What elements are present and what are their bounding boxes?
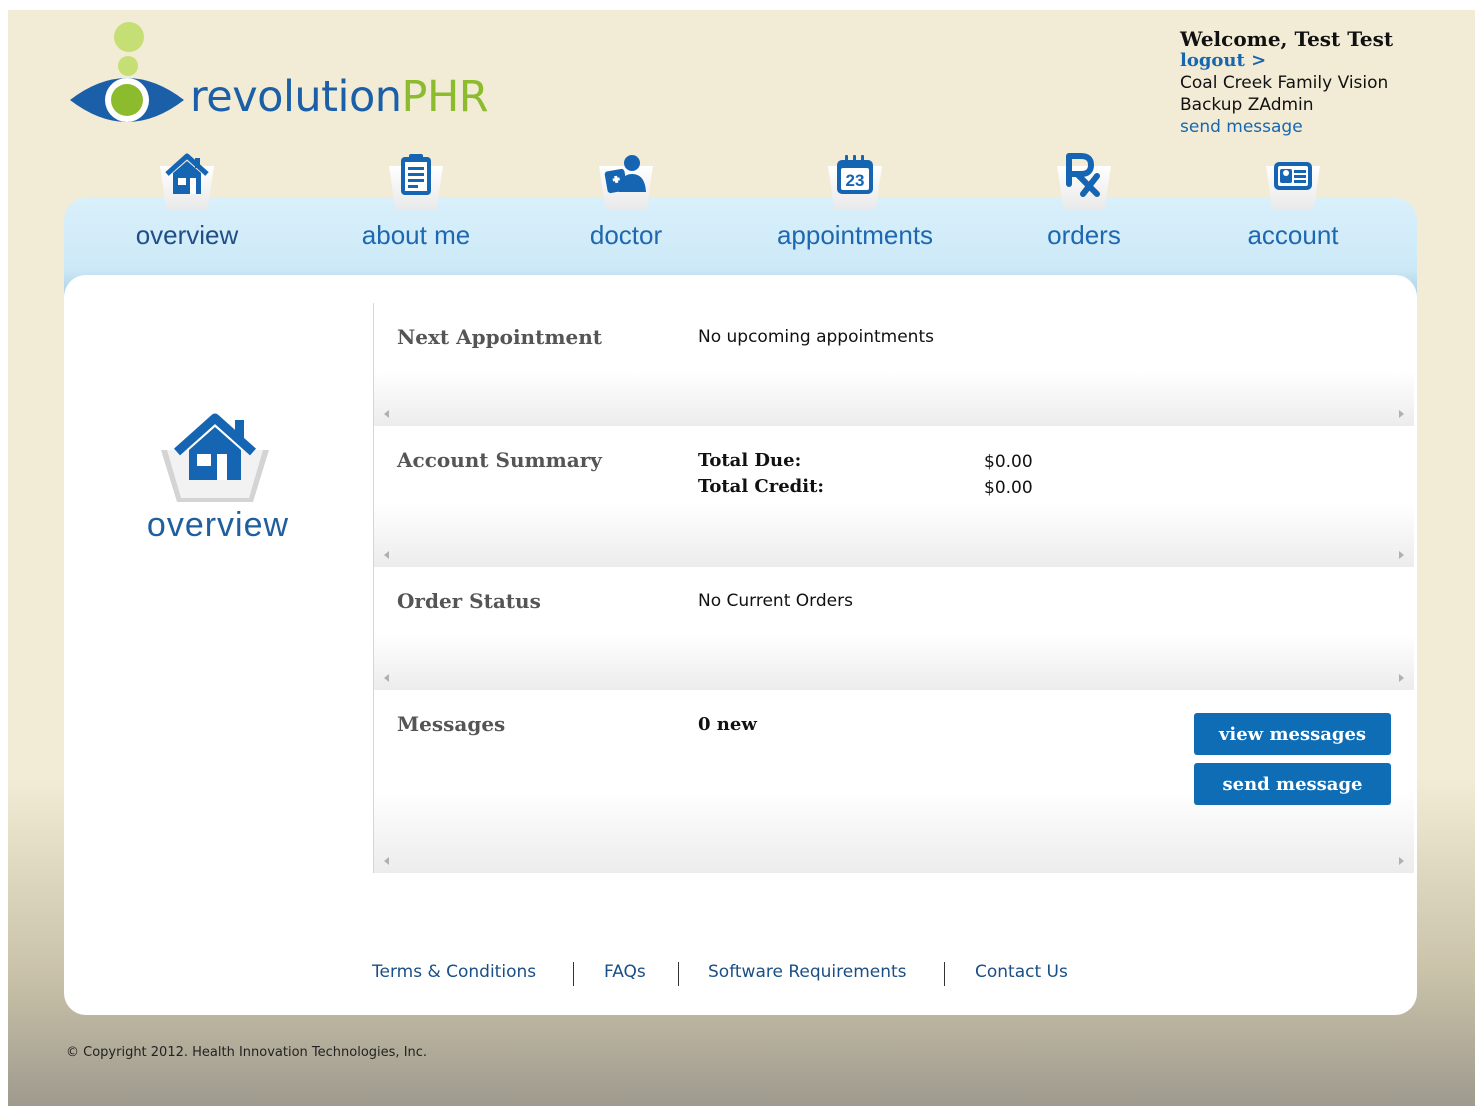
welcome-text: Welcome, Test Test [1180, 27, 1394, 51]
logo-wordmark: revolutionPHR [190, 72, 489, 122]
nav-appointments-label: appointments [776, 220, 934, 250]
rx-icon [1055, 150, 1113, 210]
messages-count: 0 new [698, 714, 757, 735]
logo-wordmark-part2: PHR [401, 72, 489, 122]
terms-link[interactable]: Terms & Conditions [372, 962, 536, 982]
nav-doctor[interactable]: doctor [516, 150, 736, 251]
footer-separator [944, 962, 945, 986]
calendar-day-text: 23 [846, 171, 865, 190]
nav-appointments[interactable]: 23 appointments [745, 150, 965, 251]
nav-overview[interactable]: overview [77, 150, 297, 251]
home-icon [161, 413, 269, 502]
software-requirements-link[interactable]: Software Requirements [708, 962, 907, 982]
nav-about-me[interactable]: about me [306, 150, 526, 251]
scroll-left-arrow[interactable] [384, 551, 389, 559]
nav-orders[interactable]: orders [974, 150, 1194, 251]
scroll-right-arrow[interactable] [1399, 857, 1404, 865]
contact-us-link[interactable]: Contact Us [975, 962, 1068, 982]
scroll-left-arrow[interactable] [384, 410, 389, 418]
account-summary-section: Account Summary Total Due: $0.00 Total C… [374, 426, 1414, 567]
messages-label: Messages [397, 712, 506, 736]
scroll-right-arrow[interactable] [1399, 410, 1404, 418]
view-messages-button[interactable]: view messages [1194, 713, 1391, 755]
user-info: Welcome, Test Test logout > Coal Creek F… [1180, 28, 1393, 138]
footer-separator [573, 962, 574, 986]
home-icon [158, 150, 216, 210]
scroll-right-arrow[interactable] [1399, 551, 1404, 559]
nav-orders-label: orders [1047, 220, 1121, 250]
calendar-icon: 23 [826, 150, 884, 210]
practice-name: Coal Creek Family Vision [1180, 73, 1389, 93]
logout-link[interactable]: logout > [1180, 50, 1393, 72]
copyright-text: © Copyright 2012. Health Innovation Tech… [66, 1045, 428, 1060]
order-status-value: No Current Orders [698, 591, 853, 611]
next-appointment-label: Next Appointment [397, 325, 602, 349]
faqs-link[interactable]: FAQs [604, 962, 646, 982]
header-send-message-link[interactable]: send message [1180, 116, 1393, 138]
order-status-section: Order Status No Current Orders [374, 567, 1414, 690]
nav-overview-label: overview [135, 220, 239, 250]
doctor-icon [597, 150, 655, 210]
account-summary-label: Account Summary [397, 448, 602, 472]
total-due-value: $0.00 [984, 452, 1033, 472]
total-credit-label: Total Credit: [698, 476, 825, 497]
admin-name: Backup ZAdmin [1180, 95, 1314, 115]
sidebar-title: overview [146, 506, 290, 544]
nav-account[interactable]: account [1183, 150, 1403, 251]
total-due-label: Total Due: [698, 450, 802, 471]
nav-doctor-label: doctor [589, 220, 663, 250]
scroll-left-arrow[interactable] [384, 674, 389, 682]
total-credit-value: $0.00 [984, 478, 1033, 498]
nav-about-me-label: about me [361, 220, 471, 250]
next-appointment-value: No upcoming appointments [698, 327, 934, 347]
next-appointment-section: Next Appointment No upcoming appointment… [374, 303, 1414, 426]
scroll-left-arrow[interactable] [384, 857, 389, 865]
clipboard-icon [387, 150, 445, 210]
revolutionphr-logo[interactable]: revolutionPHR [68, 22, 518, 137]
logo-dot [114, 22, 144, 52]
footer-separator [678, 962, 679, 986]
send-message-button[interactable]: send message [1194, 763, 1391, 805]
scroll-right-arrow[interactable] [1399, 674, 1404, 682]
eye-logo-icon [70, 78, 184, 122]
nav-account-label: account [1247, 220, 1339, 250]
logo-wordmark-part1: revolution [190, 72, 402, 122]
order-status-label: Order Status [397, 589, 541, 613]
id-card-icon [1264, 150, 1322, 210]
